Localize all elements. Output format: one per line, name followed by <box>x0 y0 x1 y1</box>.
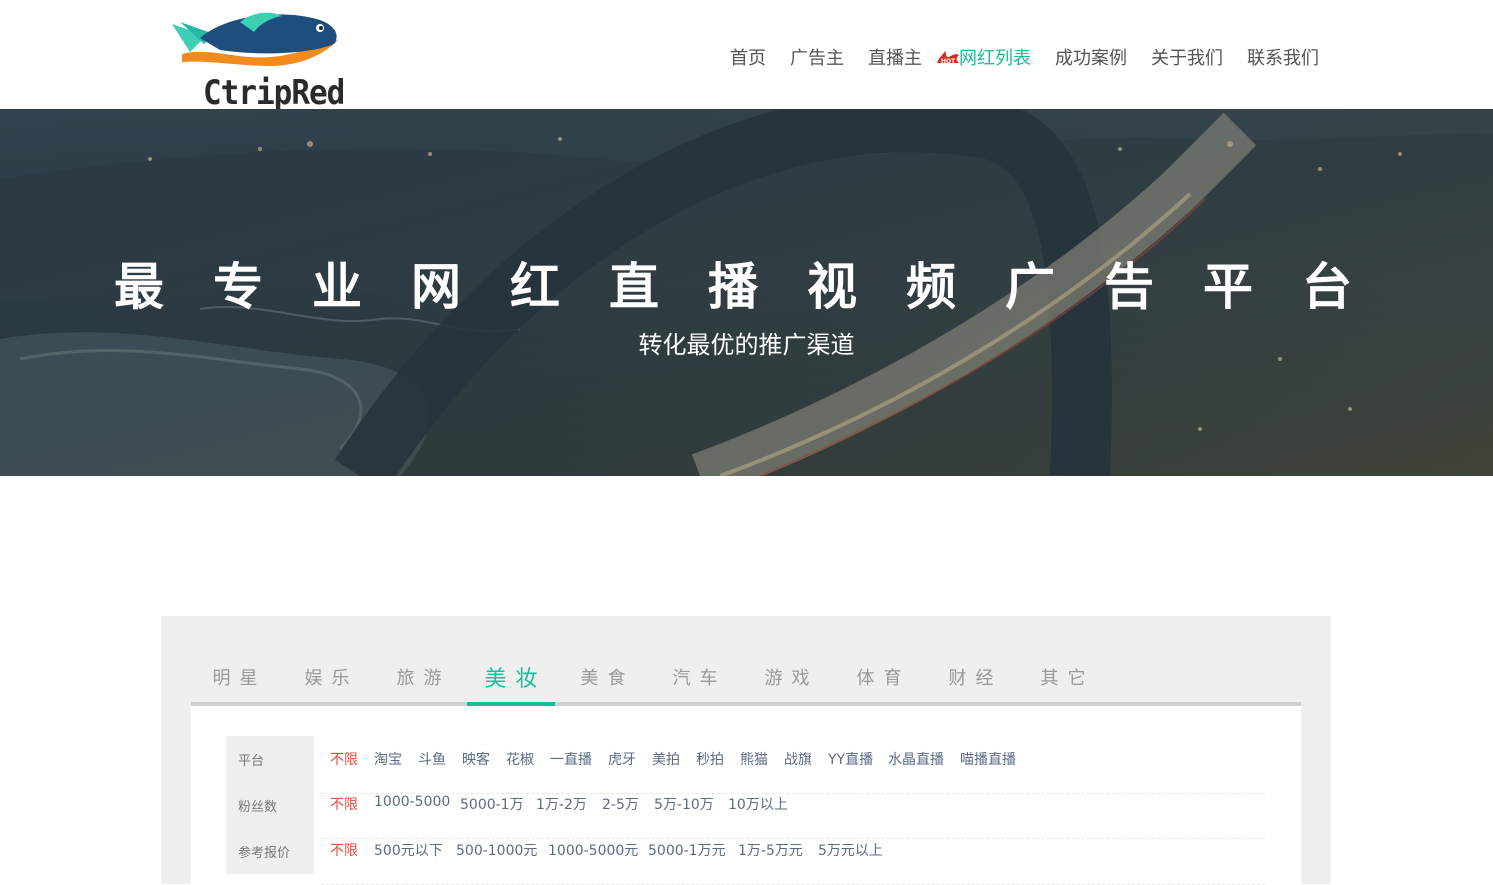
tab-beauty[interactable]: 美妆 <box>467 661 555 693</box>
filter-row-fans: 不限 1000-5000 5000-1万 1万-2万 2-5万 5万-10万 1… <box>321 794 1265 839</box>
filter-option[interactable]: 500-1000元 <box>456 840 537 860</box>
filter-option[interactable]: 500元以下 <box>374 840 443 860</box>
tab-games[interactable]: 游戏 <box>743 664 831 690</box>
filter-label-fans: 粉丝数 <box>238 800 278 815</box>
filter-option[interactable]: 战旗 <box>784 749 812 769</box>
filter-option[interactable]: 映客 <box>462 749 490 769</box>
tab-finance[interactable]: 财经 <box>927 664 1015 690</box>
filter-option[interactable]: 秒拍 <box>696 749 724 769</box>
filter-option[interactable]: 美拍 <box>652 749 680 769</box>
nav-item-contact[interactable]: 联系我们 <box>1247 44 1319 70</box>
tab-other[interactable]: 其它 <box>1019 664 1107 690</box>
filter-option[interactable]: 一直播 <box>550 749 592 769</box>
filter-option[interactable]: 5万-10万 <box>654 794 714 814</box>
logo-text: CtripRed <box>203 74 345 113</box>
filter-option[interactable]: 不限 <box>330 794 358 814</box>
nav-item-advertiser[interactable]: 广告主 <box>790 44 844 70</box>
tab-sports[interactable]: 体育 <box>835 664 923 690</box>
filter-label-column: 平台 粉丝数 参考报价 <box>226 736 314 874</box>
filter-option[interactable]: 1万-2万 <box>536 794 587 814</box>
hero-banner: 最专业网红直播视频广告平台 转化最优的推广渠道 <box>0 109 1493 476</box>
filter-row-price: 不限 500元以下 500-1000元 1000-5000元 5000-1万元 … <box>321 840 1265 885</box>
nav-item-about[interactable]: 关于我们 <box>1151 44 1223 70</box>
filter-box: 平台 粉丝数 参考报价 不限 淘宝 斗鱼 映客 花椒 一直播 虎牙 美拍 秒拍 … <box>191 706 1301 885</box>
hot-badge-text: HOT <box>941 58 956 65</box>
nav-item-home[interactable]: 首页 <box>730 44 766 70</box>
filter-option[interactable]: 熊猫 <box>740 749 768 769</box>
filter-option[interactable]: 1000-5000 <box>374 794 450 810</box>
filter-option[interactable]: YY直播 <box>828 749 873 769</box>
filter-option[interactable]: 水晶直播 <box>888 749 944 769</box>
tab-auto[interactable]: 汽车 <box>651 664 739 690</box>
filter-option[interactable]: 1万-5万元 <box>738 840 803 860</box>
tab-travel[interactable]: 旅游 <box>375 664 463 690</box>
filter-option[interactable]: 花椒 <box>506 749 534 769</box>
filter-row-platform: 不限 淘宝 斗鱼 映客 花椒 一直播 虎牙 美拍 秒拍 熊猫 战旗 YY直播 水… <box>321 749 1265 794</box>
nav-item-streamer[interactable]: 直播主 <box>868 44 922 70</box>
tab-stars[interactable]: 明星 <box>191 664 279 690</box>
filter-option[interactable]: 1000-5000元 <box>548 840 638 860</box>
banner-subtitle: 转化最优的推广渠道 <box>638 331 855 359</box>
tab-entertainment[interactable]: 娱乐 <box>283 664 371 690</box>
site-logo[interactable]: CtripRed <box>170 10 345 113</box>
filter-option[interactable]: 不限 <box>330 749 358 769</box>
filter-option[interactable]: 斗鱼 <box>418 749 446 769</box>
filter-option[interactable]: 2-5万 <box>602 794 639 814</box>
filter-option[interactable]: 5万元以上 <box>818 840 883 860</box>
nav-item-label: 网红列表 <box>959 48 1031 69</box>
filter-option[interactable]: 5000-1万元 <box>648 840 726 860</box>
fish-logo-icon <box>172 12 338 66</box>
filter-option[interactable]: 5000-1万 <box>460 794 524 814</box>
filter-panel: 明星 娱乐 旅游 美妆 美食 汽车 游戏 体育 财经 其它 平台 粉丝数 参考报… <box>161 616 1331 885</box>
filter-option[interactable]: 10万以上 <box>728 794 788 814</box>
filter-label-platform: 平台 <box>238 754 265 769</box>
filter-label-price: 参考报价 <box>238 846 291 861</box>
filter-option[interactable]: 虎牙 <box>608 749 636 769</box>
filter-option[interactable]: 不限 <box>330 840 358 860</box>
filter-option[interactable]: 喵播直播 <box>960 749 1016 769</box>
hot-flame-icon: HOT <box>937 51 959 65</box>
nav-item-influencer-list[interactable]: HOT 网红列表 <box>937 44 1031 70</box>
tab-food[interactable]: 美食 <box>559 664 647 690</box>
filter-option[interactable]: 淘宝 <box>374 749 402 769</box>
site-header: CtripRed 首页 广告主 直播主 HOT 网红列表 成功案例 关于我们 联… <box>0 0 1493 113</box>
banner-title: 最专业网红直播视频广告平台 <box>114 258 1401 316</box>
nav-item-cases[interactable]: 成功案例 <box>1055 44 1127 70</box>
category-tabs: 明星 娱乐 旅游 美妆 美食 汽车 游戏 体育 财经 其它 <box>191 656 1301 706</box>
